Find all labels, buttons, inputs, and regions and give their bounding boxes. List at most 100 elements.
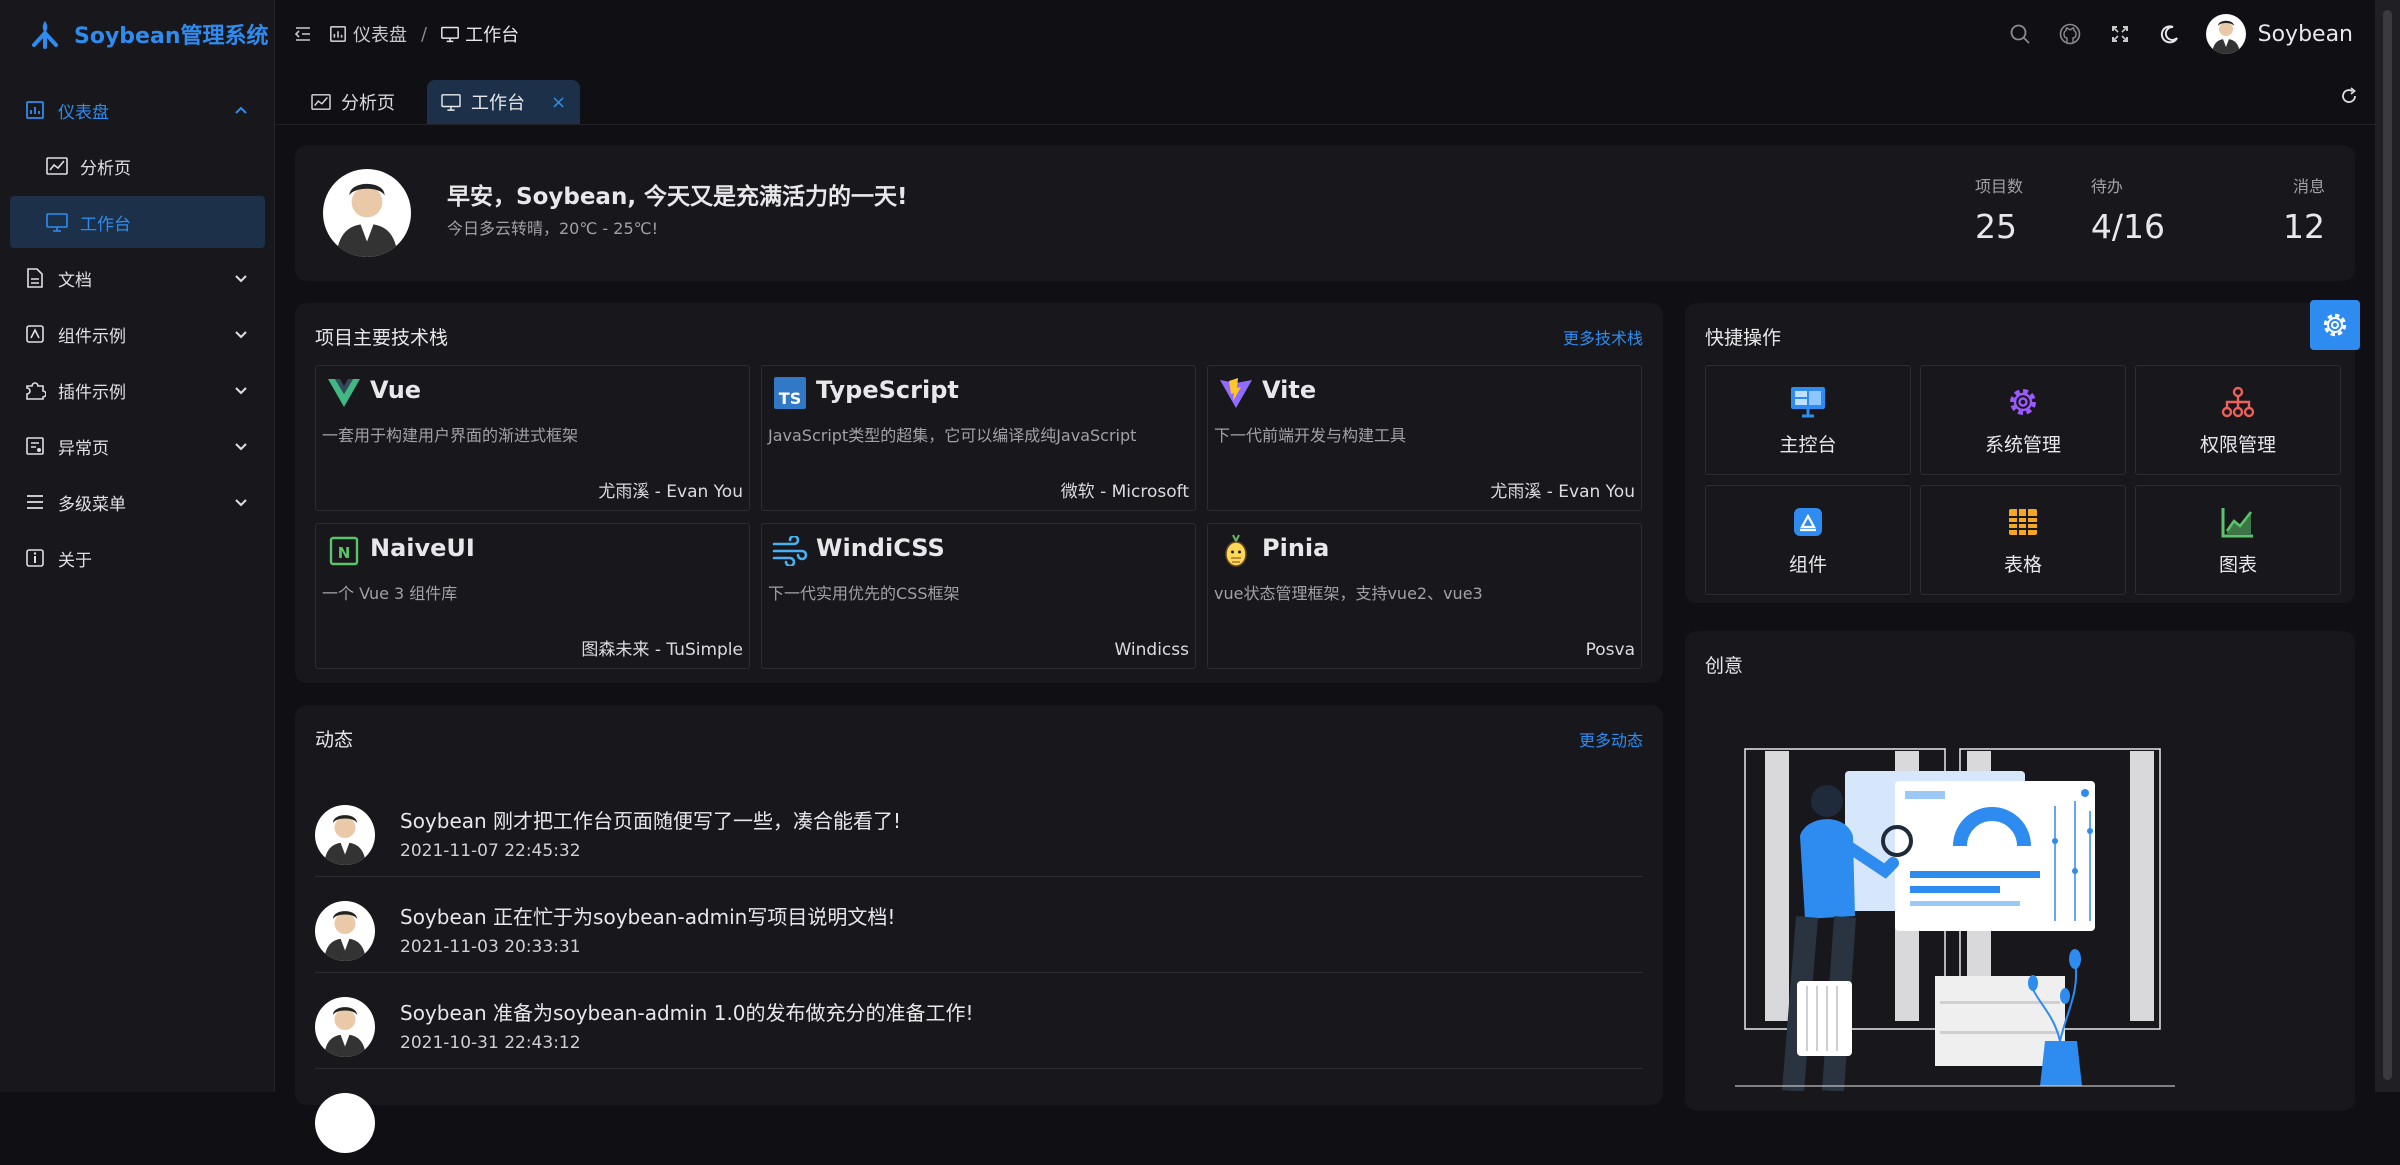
chevron-down-icon bbox=[235, 499, 247, 507]
more-tech-link[interactable]: 更多技术栈 bbox=[1563, 325, 1643, 349]
activity-card: 动态 更多动态 Soybean 刚才把工作台页面随便写了一些，凑合能看了! 20… bbox=[295, 705, 1663, 1153]
pinia-icon bbox=[1218, 534, 1254, 568]
chart-icon bbox=[311, 94, 331, 110]
tech-card-vue[interactable]: Vue 一套用于构建用户界面的渐进式框架 尤雨溪 - Evan You bbox=[315, 365, 750, 511]
sidebar-item-multi-menu[interactable]: 多级菜单 bbox=[10, 476, 265, 528]
menu-fold-icon bbox=[294, 27, 310, 41]
tech-card-naiveui[interactable]: N NaiveUI 一个 Vue 3 组件库 图森未来 - TuSimple bbox=[315, 523, 750, 669]
naiveui-icon: N bbox=[326, 534, 362, 568]
avatar bbox=[2205, 14, 2246, 54]
monitor-icon bbox=[46, 211, 68, 233]
tab-workbench[interactable]: 工作台 × bbox=[427, 80, 581, 124]
sidebar-item-workbench[interactable]: 工作台 bbox=[10, 196, 265, 248]
sidebar-item-label: 关于 bbox=[58, 550, 92, 571]
monitor-icon bbox=[441, 26, 459, 43]
monitor-icon bbox=[441, 94, 461, 111]
vite-icon bbox=[1218, 376, 1254, 410]
appstore-icon bbox=[1790, 504, 1826, 540]
close-icon[interactable]: × bbox=[551, 92, 566, 113]
dashboard-icon bbox=[329, 25, 347, 43]
exception-icon bbox=[24, 435, 46, 457]
chevron-down-icon bbox=[235, 387, 247, 395]
refresh-button[interactable] bbox=[2335, 82, 2363, 110]
sidebar-menu: 仪表盘 分析页 工作台 文档 组件示例 插件示例 异常页 多级菜单 关于 bbox=[0, 80, 275, 588]
chevron-up-icon bbox=[235, 106, 247, 114]
sidebar-item-exception[interactable]: 异常页 bbox=[10, 420, 265, 472]
greeting-card: 早安，Soybean, 今天又是充满活力的一天! 今日多云转晴，20℃ - 25… bbox=[295, 145, 2355, 281]
avatar bbox=[315, 1093, 375, 1153]
sidebar-item-dashboard[interactable]: 仪表盘 bbox=[10, 84, 265, 136]
collapse-menu-button[interactable] bbox=[289, 20, 317, 48]
sidebar-item-label: 插件示例 bbox=[58, 382, 126, 403]
sidebar-item-components[interactable]: 组件示例 bbox=[10, 308, 265, 360]
github-button[interactable] bbox=[2056, 20, 2084, 48]
tech-card-vite[interactable]: Vite 下一代前端开发与构建工具 尤雨溪 - Evan You bbox=[1207, 365, 1642, 511]
header-actions: Soybean bbox=[2006, 0, 2353, 68]
moon-icon bbox=[2160, 25, 2178, 44]
sidebar-item-label: 工作台 bbox=[80, 214, 131, 235]
sidebar-item-plugins[interactable]: 插件示例 bbox=[10, 364, 265, 416]
tab-analysis[interactable]: 分析页 bbox=[297, 80, 409, 124]
tab-bar: 分析页 工作台 × bbox=[275, 68, 2375, 124]
sidebar-item-docs[interactable]: 文档 bbox=[10, 252, 265, 304]
search-button[interactable] bbox=[2006, 20, 2034, 48]
fullscreen-button[interactable] bbox=[2106, 20, 2134, 48]
component-icon bbox=[24, 323, 46, 345]
typescript-icon: TS bbox=[772, 376, 808, 410]
windicss-icon bbox=[772, 534, 808, 568]
theme-toggle-button[interactable] bbox=[2156, 20, 2184, 48]
document-icon bbox=[24, 267, 46, 289]
quick-action-table[interactable]: 表格 bbox=[1920, 485, 2126, 595]
sidebar-item-about[interactable]: 关于 bbox=[10, 532, 265, 584]
tech-card-typescript[interactable]: TS TypeScript JavaScript类型的超集，它可以编译成纯Jav… bbox=[761, 365, 1196, 511]
user-name: Soybean bbox=[2257, 21, 2353, 47]
info-icon bbox=[24, 547, 46, 569]
page-scrollbar[interactable] bbox=[2375, 0, 2400, 1092]
breadcrumb-workbench[interactable]: 工作台 bbox=[441, 21, 519, 47]
quick-actions-card: 快捷操作 主控台 系统管理 权限管理 组件 表格 图表 bbox=[1685, 303, 2355, 603]
user-menu[interactable]: Soybean bbox=[2205, 14, 2353, 54]
stat-messages: 消息 12 bbox=[2283, 177, 2325, 246]
refresh-icon bbox=[2342, 87, 2356, 103]
breadcrumb-dashboard[interactable]: 仪表盘 bbox=[329, 21, 407, 47]
avatar bbox=[315, 805, 375, 865]
gear-icon bbox=[2005, 384, 2041, 420]
app-title: Soybean管理系统 bbox=[74, 24, 269, 49]
tech-card-windicss[interactable]: WindiCSS 下一代实用优先的CSS框架 Windicss bbox=[761, 523, 1196, 669]
tech-stack-card: 项目主要技术栈 更多技术栈 Vue 一套用于构建用户界面的渐进式框架 尤雨溪 -… bbox=[295, 303, 1663, 683]
card-title: 动态 bbox=[315, 729, 354, 751]
card-title: 项目主要技术栈 bbox=[315, 327, 449, 349]
top-header: 仪表盘 / 工作台 Soybean bbox=[275, 0, 2375, 68]
soybean-logo-icon bbox=[32, 21, 58, 49]
plugin-icon bbox=[24, 379, 46, 401]
quick-action-permission[interactable]: 权限管理 bbox=[2135, 365, 2341, 475]
table-icon bbox=[2005, 504, 2041, 540]
chevron-down-icon bbox=[235, 331, 247, 339]
stat-projects: 项目数 25 bbox=[1974, 177, 2023, 246]
more-activity-link[interactable]: 更多动态 bbox=[1579, 727, 1643, 751]
activity-item: Soybean 正在忙于为soybean-admin写项目说明文档! 2021-… bbox=[315, 877, 1643, 973]
creative-illustration bbox=[1735, 741, 2175, 1091]
main-content: 早安，Soybean, 今天又是充满活力的一天! 今日多云转晴，20℃ - 25… bbox=[275, 124, 2375, 1153]
svg-text:N: N bbox=[338, 544, 351, 562]
activity-item bbox=[315, 1069, 1643, 1165]
sidebar-item-label: 异常页 bbox=[58, 438, 109, 459]
tech-card-pinia[interactable]: Pinia vue状态管理框架，支持vue2、vue3 Posva bbox=[1207, 523, 1642, 669]
sidebar-item-label: 分析页 bbox=[80, 158, 131, 179]
app-logo[interactable]: Soybean管理系统 bbox=[28, 14, 268, 54]
activity-item: Soybean 准备为soybean-admin 1.0的发布做充分的准备工作!… bbox=[315, 973, 1643, 1069]
quick-action-system[interactable]: 系统管理 bbox=[1920, 365, 2126, 475]
chart-icon bbox=[46, 155, 68, 177]
chevron-down-icon bbox=[235, 443, 247, 451]
sidebar-item-analysis[interactable]: 分析页 bbox=[10, 140, 265, 192]
activity-item: Soybean 刚才把工作台页面随便写了一些，凑合能看了! 2021-11-07… bbox=[315, 781, 1643, 877]
hierarchy-icon bbox=[2220, 384, 2256, 420]
quick-action-console[interactable]: 主控台 bbox=[1705, 365, 1911, 475]
quick-action-chart[interactable]: 图表 bbox=[2135, 485, 2341, 595]
scrollbar-thumb[interactable] bbox=[2383, 10, 2392, 1080]
quick-action-components[interactable]: 组件 bbox=[1705, 485, 1911, 595]
theme-settings-button[interactable] bbox=[2310, 300, 2360, 350]
monitor-icon bbox=[1790, 384, 1826, 420]
sidebar: Soybean管理系统 仪表盘 分析页 工作台 文档 组件示例 插件示例 异常页… bbox=[0, 0, 275, 1092]
dashboard-icon bbox=[24, 99, 46, 121]
